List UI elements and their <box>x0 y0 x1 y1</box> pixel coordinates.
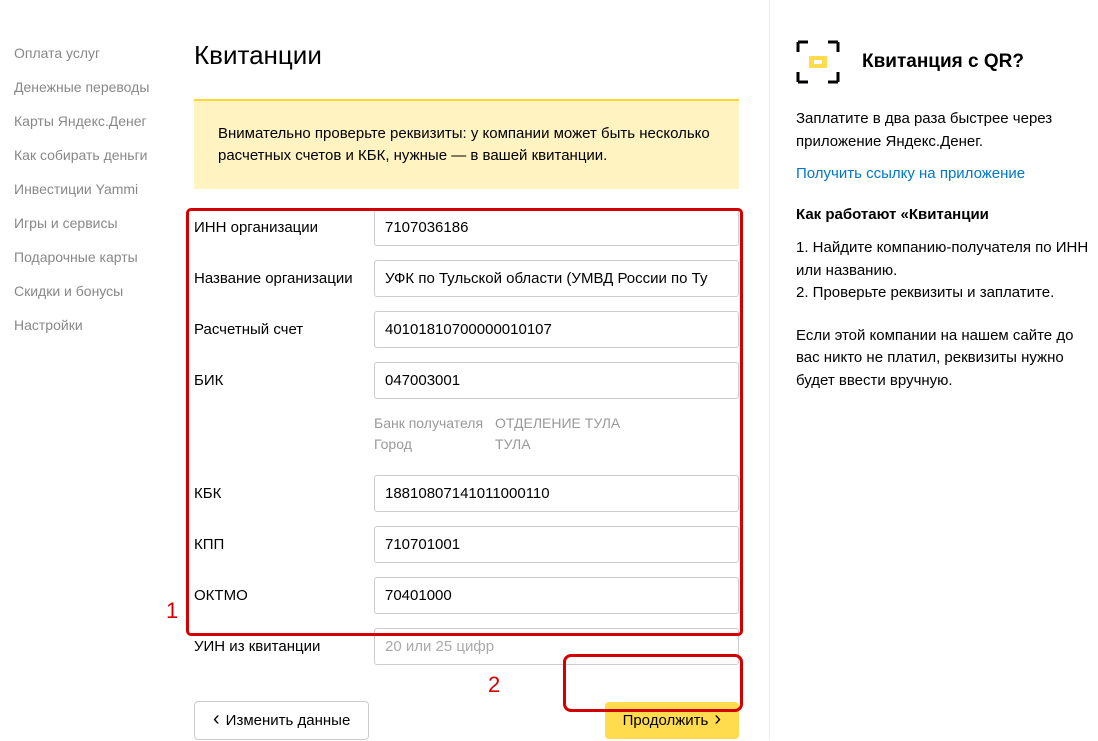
sidebar-item-yandex-cards[interactable]: Карты Яндекс.Денег <box>14 104 164 138</box>
org-input[interactable] <box>374 260 739 297</box>
bank-city-label: Город <box>374 434 483 455</box>
sidebar-item-collect-money[interactable]: Как собирать деньги <box>14 138 164 172</box>
alert-check-requisites: Внимательно проверьте реквизиты: у компа… <box>194 99 739 189</box>
bank-city-value: ТУЛА <box>495 434 620 455</box>
aside-panel: Квитанция с QR? Заплатите в два раза быс… <box>769 0 1089 740</box>
aside-step-1: 1. Найдите компанию-получателя по ИНН ил… <box>796 237 1089 282</box>
uin-input[interactable] <box>374 628 739 665</box>
aside-subtitle: Как работают «Квитанции <box>796 206 1089 223</box>
get-app-link[interactable]: Получить ссылку на приложение <box>796 165 1025 182</box>
continue-button-label: Продолжить <box>623 712 709 729</box>
back-button-label: Изменить данные <box>226 712 351 729</box>
alert-text: Внимательно проверьте реквизиты: у компа… <box>218 125 710 164</box>
bank-recipient-value: ОТДЕЛЕНИЕ ТУЛА <box>495 413 620 434</box>
chevron-left-icon <box>213 712 220 729</box>
org-label: Название организации <box>194 270 374 287</box>
receipt-form: ИНН организации Название организации Рас… <box>194 209 739 665</box>
bik-input[interactable] <box>374 362 739 399</box>
oktmo-label: ОКТМО <box>194 587 374 604</box>
kbk-label: КБК <box>194 485 374 502</box>
sidebar-item-discounts-bonuses[interactable]: Скидки и бонусы <box>14 274 164 308</box>
sidebar-item-money-transfers[interactable]: Денежные переводы <box>14 70 164 104</box>
chevron-right-icon <box>714 712 721 729</box>
annotation-number-1: 1 <box>166 598 178 624</box>
kbk-input[interactable] <box>374 475 739 512</box>
main-content: Квитанции Внимательно проверьте реквизит… <box>194 0 739 740</box>
sidebar-item-pay-services[interactable]: Оплата услуг <box>14 36 164 70</box>
sidebar-item-settings[interactable]: Настройки <box>14 308 164 342</box>
uin-label: УИН из квитанции <box>194 638 374 655</box>
sidebar-item-investments[interactable]: Инвестиции Yammi <box>14 172 164 206</box>
inn-label: ИНН организации <box>194 219 374 236</box>
page-title: Квитанции <box>194 40 739 71</box>
account-label: Расчетный счет <box>194 321 374 338</box>
form-actions: Изменить данные Продолжить <box>194 701 739 740</box>
qr-title: Квитанция с QR? <box>862 51 1024 73</box>
bank-info: Банк получателя Город ОТДЕЛЕНИЕ ТУЛА ТУЛ… <box>374 413 739 455</box>
account-input[interactable] <box>374 311 739 348</box>
bik-label: БИК <box>194 372 374 389</box>
bank-recipient-label: Банк получателя <box>374 413 483 434</box>
aside-lead: Заплатите в два раза быстрее через прило… <box>796 108 1089 153</box>
kpp-label: КПП <box>194 536 374 553</box>
sidebar-item-games-services[interactable]: Игры и сервисы <box>14 206 164 240</box>
qr-scan-icon <box>796 40 840 84</box>
kpp-input[interactable] <box>374 526 739 563</box>
aside-note: Если этой компании на нашем сайте до вас… <box>796 325 1089 393</box>
annotation-number-2: 2 <box>488 672 500 698</box>
oktmo-input[interactable] <box>374 577 739 614</box>
continue-button[interactable]: Продолжить <box>605 702 739 739</box>
sidebar-item-gift-cards[interactable]: Подарочные карты <box>14 240 164 274</box>
aside-step-2: 2. Проверьте реквизиты и заплатите. <box>796 282 1089 305</box>
sidebar: Оплата услуг Денежные переводы Карты Янд… <box>14 0 164 740</box>
back-button[interactable]: Изменить данные <box>194 701 369 740</box>
inn-input[interactable] <box>374 209 739 246</box>
